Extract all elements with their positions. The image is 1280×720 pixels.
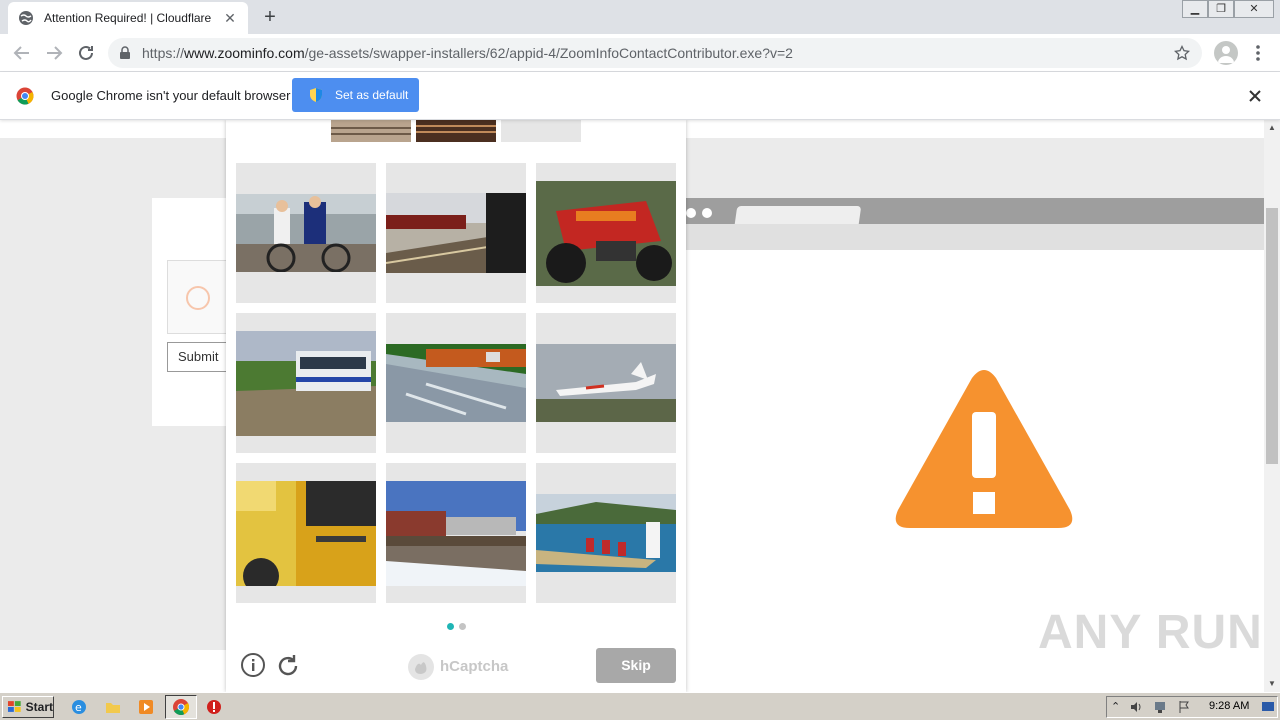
page-indicator[interactable] bbox=[459, 623, 466, 630]
info-icon[interactable] bbox=[240, 652, 266, 678]
windows-logo-icon bbox=[7, 701, 21, 712]
window-close-button[interactable]: ✕ bbox=[1234, 0, 1274, 18]
shield-icon bbox=[310, 88, 322, 102]
media-player-icon[interactable] bbox=[137, 698, 155, 716]
sample-image bbox=[501, 120, 581, 142]
warning-icon bbox=[895, 370, 1073, 528]
illustration-dot bbox=[702, 208, 712, 218]
refresh-icon[interactable] bbox=[274, 652, 302, 680]
default-browser-infobar: Google Chrome isn't your default browser… bbox=[0, 72, 1280, 120]
network-icon[interactable] bbox=[1153, 700, 1167, 714]
chrome-taskbar-icon bbox=[173, 699, 190, 715]
back-arrow-icon[interactable] bbox=[10, 41, 34, 65]
captcha-tile-cyclists[interactable] bbox=[236, 163, 376, 303]
start-label: Start bbox=[25, 700, 53, 714]
browser-toolbar: https://www.zoominfo.com/ge-assets/swapp… bbox=[0, 34, 1280, 72]
captcha-tile-train-platform[interactable] bbox=[386, 313, 526, 453]
page-scrollbar[interactable]: ▲ ▼ bbox=[1264, 120, 1280, 692]
url-scheme: https:// bbox=[142, 45, 185, 61]
tab-close-icon[interactable]: ✕ bbox=[222, 10, 238, 26]
captcha-tile-bus[interactable] bbox=[236, 313, 376, 453]
anyrun-watermark: ANY RUN bbox=[1038, 606, 1263, 659]
chrome-taskbar-button[interactable] bbox=[165, 695, 197, 719]
svg-text:e: e bbox=[75, 701, 82, 714]
set-default-label: Set as default bbox=[335, 88, 409, 102]
minimize-button[interactable]: ▁ bbox=[1182, 0, 1208, 18]
system-tray: ⌃ 9:28 AM bbox=[1106, 696, 1278, 718]
scroll-thumb[interactable] bbox=[1266, 208, 1278, 464]
url-host: www.zoominfo.com bbox=[184, 45, 305, 61]
hcaptcha-brand: hCaptcha bbox=[440, 658, 509, 675]
captcha-tile-motorcycle[interactable] bbox=[536, 163, 676, 303]
skip-button[interactable]: Skip bbox=[596, 648, 676, 683]
illustration-address-bar bbox=[686, 224, 1264, 250]
page-content: Submit ANY RUN hCaptcha Skip bbox=[0, 120, 1264, 692]
forward-arrow-icon[interactable] bbox=[42, 41, 66, 65]
windows-taskbar: Start e ⌃ 9:28 AM bbox=[0, 692, 1280, 720]
captcha-tile-truck[interactable] bbox=[236, 463, 376, 603]
volume-icon[interactable] bbox=[1129, 700, 1143, 714]
folder-icon[interactable] bbox=[104, 698, 122, 716]
start-button[interactable]: Start bbox=[2, 696, 54, 718]
internet-explorer-icon[interactable]: e bbox=[70, 698, 88, 716]
url-path: /ge-assets/swapper-installers/62/appid-4… bbox=[304, 45, 793, 61]
sample-image bbox=[331, 120, 411, 142]
infobar-message: Google Chrome isn't your default browser bbox=[51, 88, 291, 103]
page-indicator-active[interactable] bbox=[447, 623, 454, 630]
action-center-flag-icon[interactable] bbox=[1177, 700, 1191, 714]
address-bar[interactable]: https://www.zoominfo.com/ge-assets/swapp… bbox=[108, 38, 1202, 68]
scroll-down-icon[interactable]: ▼ bbox=[1264, 676, 1280, 692]
star-icon[interactable] bbox=[1174, 45, 1190, 61]
tray-expand-icon[interactable]: ⌃ bbox=[1111, 700, 1125, 714]
hcaptcha-challenge: hCaptcha Skip bbox=[226, 120, 686, 692]
lock-icon bbox=[120, 46, 130, 59]
set-default-button[interactable]: Set as default bbox=[292, 78, 419, 112]
tab-title: Attention Required! | Cloudflare bbox=[44, 11, 212, 25]
restore-button[interactable]: ❐ bbox=[1208, 0, 1234, 18]
url-text: https://www.zoominfo.com/ge-assets/swapp… bbox=[142, 45, 793, 61]
illustration-dot bbox=[686, 208, 696, 218]
clock: 9:28 AM bbox=[1209, 700, 1250, 712]
loading-spinner-icon bbox=[186, 286, 210, 310]
reload-icon[interactable] bbox=[74, 41, 98, 65]
title-bar: Attention Required! | Cloudflare ✕ + ▁ ❐… bbox=[0, 0, 1280, 34]
scroll-up-icon[interactable]: ▲ bbox=[1264, 120, 1280, 136]
new-tab-button[interactable]: + bbox=[258, 6, 282, 28]
close-icon[interactable] bbox=[1247, 88, 1263, 104]
sample-image bbox=[416, 120, 496, 142]
profile-icon[interactable] bbox=[1214, 41, 1238, 65]
hcaptcha-logo-icon bbox=[408, 654, 434, 680]
menu-icon[interactable] bbox=[1250, 41, 1266, 65]
illustration-tab bbox=[734, 206, 862, 224]
security-alert-icon[interactable] bbox=[205, 698, 223, 716]
browser-tab[interactable]: Attention Required! | Cloudflare ✕ bbox=[8, 2, 248, 34]
show-desktop-icon[interactable] bbox=[1261, 700, 1275, 714]
captcha-tile-train-station[interactable] bbox=[386, 163, 526, 303]
captcha-tile-boat[interactable] bbox=[536, 463, 676, 603]
globe-icon bbox=[19, 11, 33, 25]
captcha-tile-airplane[interactable] bbox=[536, 313, 676, 453]
chrome-icon bbox=[16, 87, 34, 105]
captcha-tile-freight-train[interactable] bbox=[386, 463, 526, 603]
